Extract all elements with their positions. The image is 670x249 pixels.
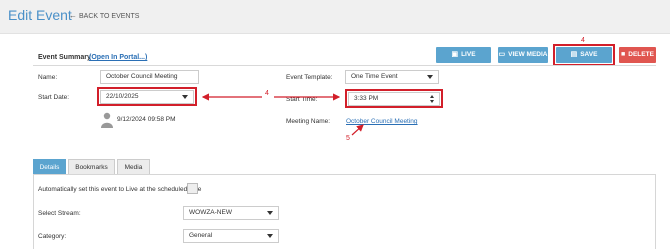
stream-value: WOWZA-NEW [189, 209, 232, 216]
category-select[interactable]: General [183, 229, 279, 243]
tab-media[interactable]: Media [117, 159, 150, 174]
chevron-down-icon [267, 211, 273, 215]
stream-select[interactable]: WOWZA-NEW [183, 206, 279, 220]
arrow-to-meeting-name [351, 124, 364, 136]
date-time-step-annotation: 4 [265, 90, 269, 97]
auto-live-checkbox[interactable] [187, 183, 198, 194]
category-label: Category: [38, 233, 67, 240]
category-value: General [189, 232, 213, 239]
chevron-down-icon [267, 234, 273, 238]
tab-bookmarks[interactable]: Bookmarks [68, 159, 115, 174]
tab-details[interactable]: Details [33, 159, 66, 174]
meeting-name-step-annotation: 5 [346, 135, 350, 142]
select-stream-label: Select Stream: [38, 210, 81, 217]
auto-live-label: Automatically set this event to Live at … [38, 186, 202, 193]
